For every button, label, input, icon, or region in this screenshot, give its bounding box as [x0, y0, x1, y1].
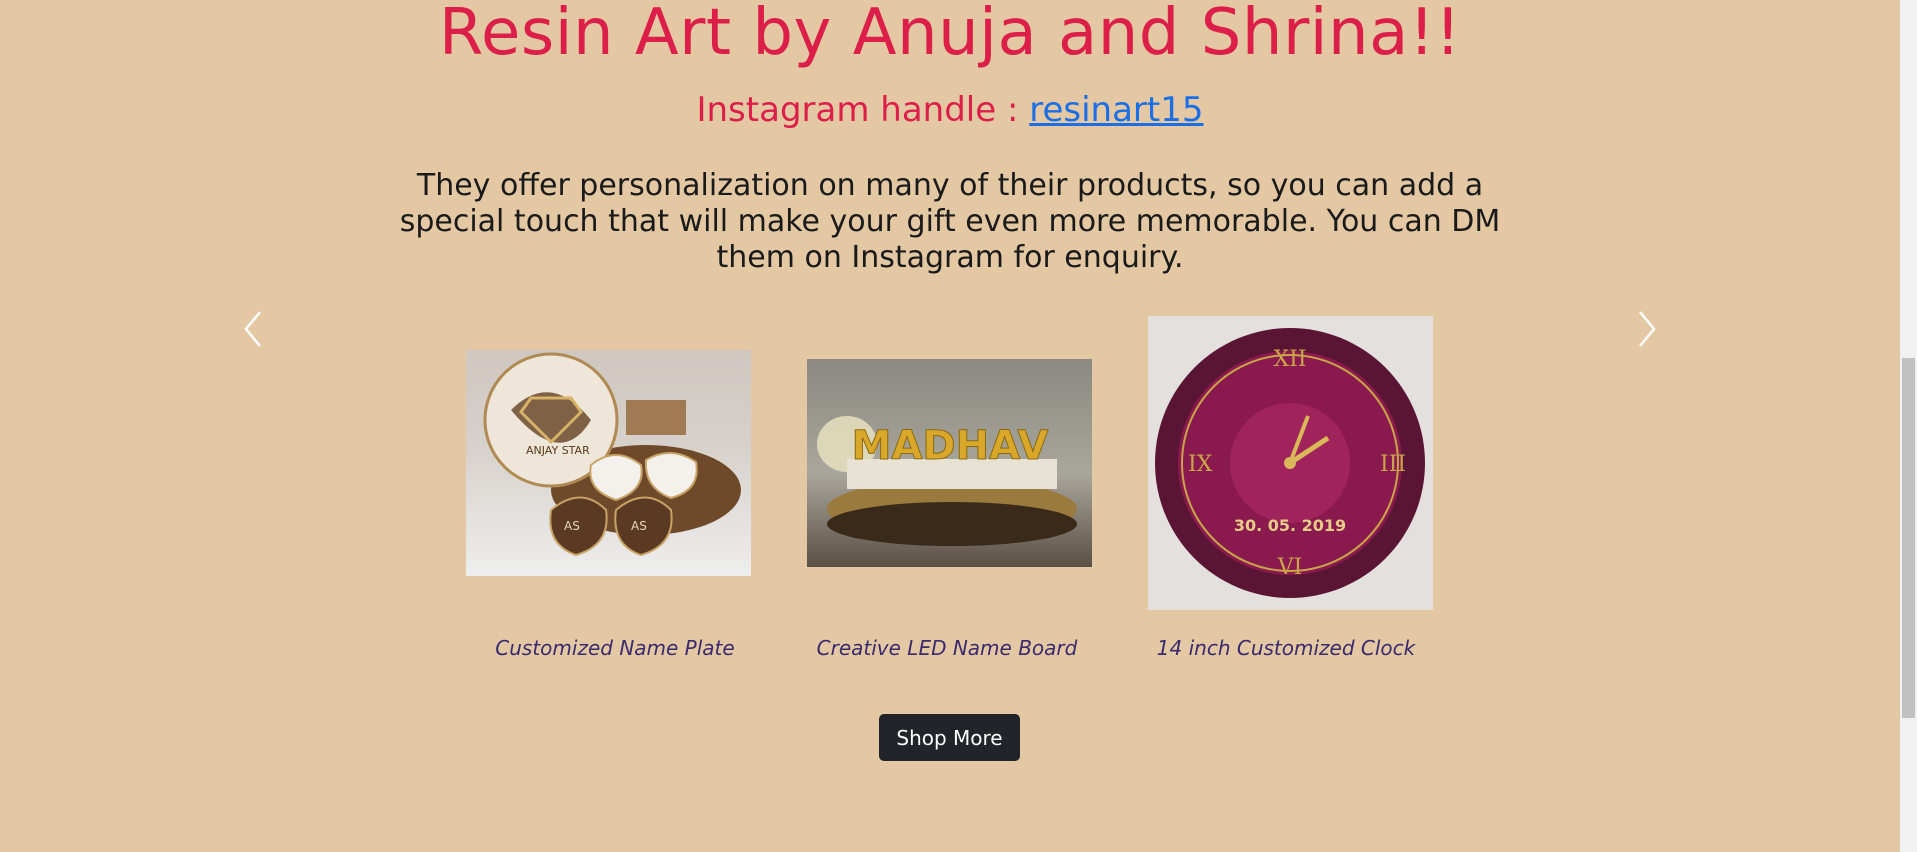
product-image-clock[interactable]: XII VI IX III 30. 05. 2019: [1148, 316, 1433, 610]
product-image-led-board[interactable]: MADHAV: [807, 359, 1092, 567]
chevron-right-icon: [1639, 311, 1656, 347]
shop-more-button[interactable]: Shop More: [879, 714, 1020, 761]
vertical-scrollbar[interactable]: [1900, 0, 1917, 852]
caption-name-plate: Customized Name Plate: [495, 636, 735, 660]
chevron-left-icon: [244, 311, 261, 347]
instagram-handle: Instagram handle : resinart15: [0, 90, 1900, 130]
carousel-next-button[interactable]: [1630, 306, 1660, 352]
instagram-handle-label: Instagram handle :: [696, 90, 1030, 130]
clock-picture: XII VI IX III 30. 05. 2019: [1155, 328, 1425, 598]
svg-text:III: III: [1380, 452, 1406, 477]
instagram-handle-link[interactable]: resinart15: [1029, 90, 1203, 130]
svg-text:VI: VI: [1277, 555, 1303, 580]
scrollbar-thumb[interactable]: [1902, 358, 1915, 718]
svg-text:IX: IX: [1188, 452, 1213, 477]
name-plate-picture: ANJAY STAR AS AS: [483, 352, 741, 557]
page-title: Resin Art by Anuja and Shrina!!: [438, 0, 1462, 70]
led-board-text: MADHAV: [852, 423, 1049, 469]
carousel-prev-button[interactable]: [240, 306, 270, 352]
page: Resin Art by Anuja and Shrina!! Instagra…: [0, 0, 1900, 852]
description-text: They offer personalization on many of th…: [399, 168, 1501, 275]
led-board-picture: MADHAV: [817, 416, 1077, 546]
svg-text:AS: AS: [631, 519, 647, 533]
svg-text:AS: AS: [564, 519, 580, 533]
caption-led-board: Creative LED Name Board: [816, 636, 1078, 660]
caption-clock: 14 inch Customized Clock: [1156, 636, 1416, 660]
svg-text:XII: XII: [1273, 347, 1306, 372]
clock-date-text: 30. 05. 2019: [1234, 516, 1346, 535]
product-image-name-plate[interactable]: ANJAY STAR AS AS: [466, 350, 751, 576]
svg-text:ANJAY STAR: ANJAY STAR: [526, 444, 590, 457]
